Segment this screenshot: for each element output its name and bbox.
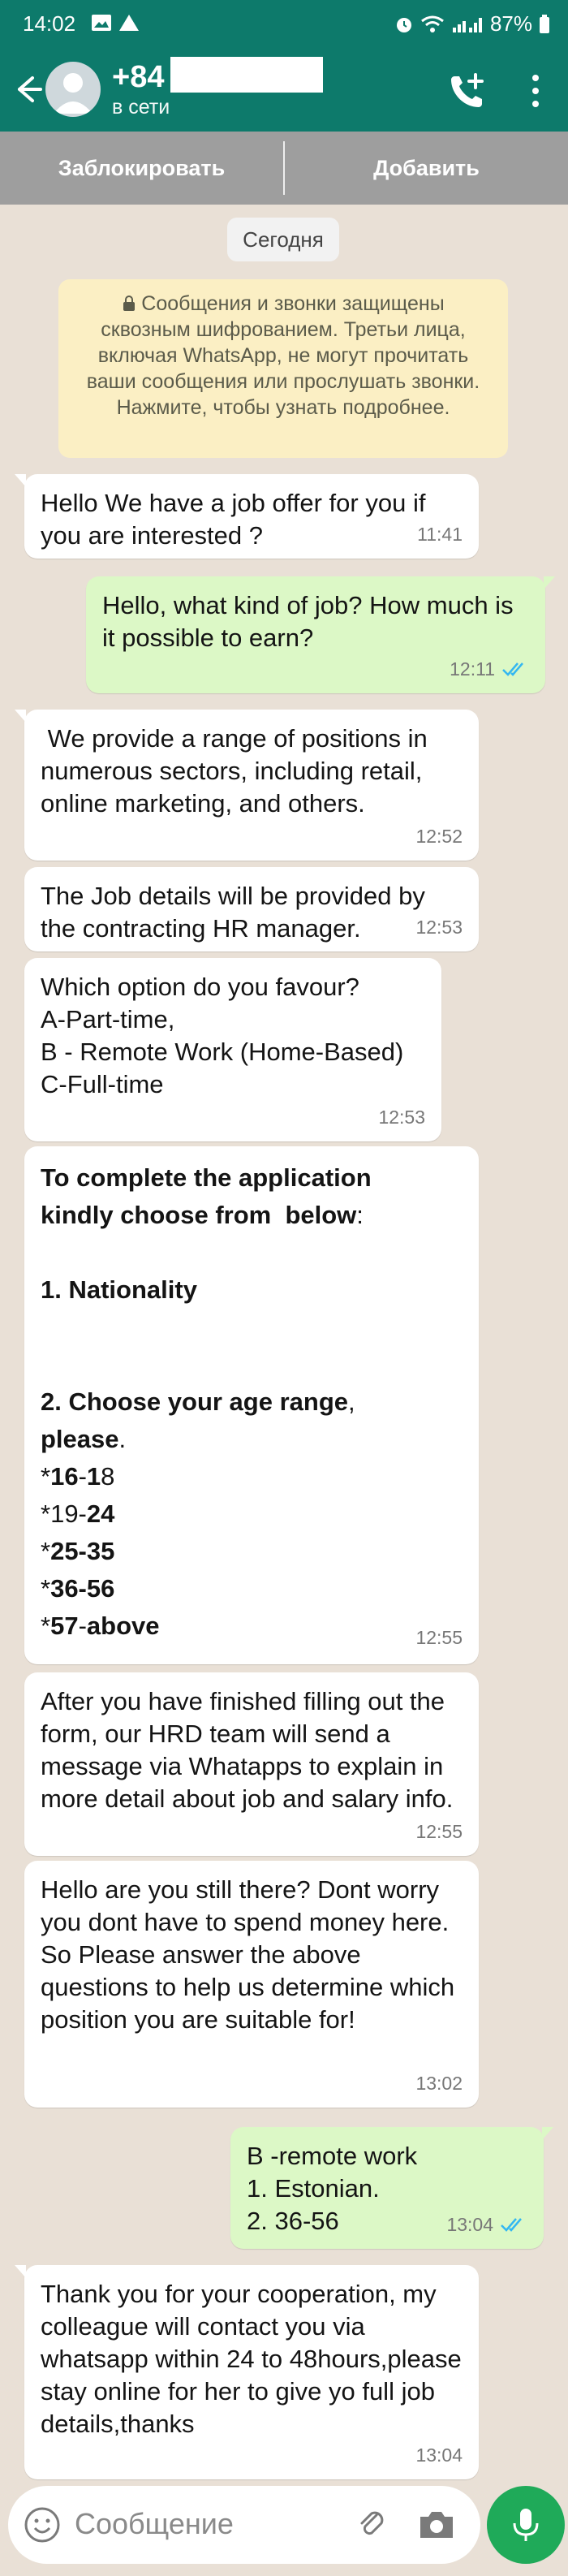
msg-text: , — [348, 1387, 355, 1416]
msg-text: above — [86, 1612, 160, 1640]
message-time: 13:04 — [446, 2214, 493, 2235]
message-text: The Job details will be provided by the … — [41, 882, 432, 943]
double-check-icon — [501, 2218, 522, 2232]
message-text: Hello are you still there? Dont worry yo… — [41, 1875, 462, 2034]
msg-heading: kindly choose from below — [41, 1201, 357, 1229]
message-time: 12:11 — [450, 658, 495, 680]
action-bar: Заблокировать Добавить — [0, 132, 568, 205]
emoji-icon[interactable] — [23, 2505, 62, 2544]
msg-text: 36-56 — [50, 1574, 115, 1603]
wifi-icon — [421, 15, 444, 32]
message-text: After you have finished filling out the … — [41, 1687, 454, 1813]
message-incoming[interactable]: Thank you for your cooperation, my colle… — [15, 2265, 479, 2479]
block-button[interactable]: Заблокировать — [0, 132, 283, 205]
message-time: 12:55 — [415, 1627, 463, 1648]
msg-text: 1 — [41, 1275, 55, 1304]
msg-text: * — [41, 1574, 51, 1603]
triangle-icon — [119, 15, 139, 31]
signal-icon — [452, 17, 482, 32]
message-time: 12:55 — [415, 1821, 463, 1842]
avatar[interactable] — [45, 62, 101, 117]
message-incoming[interactable]: After you have finished filling out the … — [24, 1672, 479, 1856]
message-incoming[interactable]: Hello are you still there? Dont worry yo… — [24, 1861, 479, 2108]
status-right-icons: 87% — [394, 11, 550, 37]
double-check-icon — [502, 662, 523, 676]
message-outgoing[interactable]: Hello, what kind of job? How much is it … — [86, 576, 555, 693]
message-text: Hello We have a job offer for you if you… — [41, 489, 433, 550]
msg-text: * — [41, 1537, 51, 1565]
add-call-icon[interactable] — [445, 68, 490, 114]
message-input[interactable]: Сообщение — [75, 2507, 234, 2541]
msg-text: : — [356, 1201, 364, 1229]
redacted-number — [170, 57, 323, 93]
add-contact-button[interactable]: Добавить — [285, 132, 568, 205]
message-text: We provide a range of positions in numer… — [41, 724, 435, 818]
message-composer: Сообщение — [8, 2486, 480, 2564]
message-text: Which option do you favour? A-Part-time,… — [41, 973, 404, 1098]
msg-text: . Nationality — [54, 1275, 197, 1304]
msg-text: 24 — [86, 1499, 115, 1528]
mic-button[interactable] — [487, 2486, 565, 2564]
msg-text: * — [41, 1612, 51, 1640]
back-arrow-icon[interactable] — [10, 71, 45, 107]
msg-text: - — [78, 1462, 87, 1491]
msg-text: 2 — [41, 1387, 55, 1416]
message-time: 12:53 — [415, 917, 463, 938]
microphone-icon — [513, 2509, 539, 2541]
msg-text: 16 — [50, 1462, 79, 1491]
message-time: 12:53 — [378, 1107, 425, 1128]
contact-status: в сети — [112, 96, 170, 119]
msg-heading: To complete the application — [41, 1163, 372, 1192]
camera-icon[interactable] — [415, 2505, 458, 2544]
chat-header: +84 в сети — [0, 54, 568, 132]
more-menu-icon[interactable] — [519, 68, 552, 114]
gallery-icon — [92, 15, 111, 31]
msg-text: 1 — [86, 1462, 101, 1491]
msg-text: 57 — [50, 1612, 79, 1640]
message-text: Thank you for your cooperation, my colle… — [41, 2280, 469, 2438]
contact-name[interactable]: +84 — [112, 60, 164, 95]
encryption-notice[interactable]: Сообщения и звонки защищены сквозным шиф… — [58, 279, 508, 458]
message-outgoing[interactable]: B -remote work 1. Estonian. 2. 36-56 13:… — [230, 2127, 553, 2249]
msg-text: 8 — [101, 1462, 115, 1491]
message-time: 13:02 — [415, 2073, 463, 2094]
msg-text: 25-35 — [50, 1537, 115, 1565]
message-text: Hello, what kind of job? How much is it … — [102, 591, 521, 652]
message-time: 11:41 — [417, 524, 463, 545]
status-left-icons — [91, 13, 140, 32]
status-time: 14:02 — [23, 11, 76, 36]
status-bar: 14:02 87% — [0, 0, 568, 54]
alarm-icon — [396, 17, 411, 32]
paperclip-icon[interactable] — [352, 2505, 391, 2544]
msg-text: . — [118, 1425, 127, 1453]
message-time: 12:52 — [415, 826, 463, 847]
msg-text: 19- — [50, 1499, 87, 1528]
msg-text: please — [41, 1425, 119, 1453]
msg-text: . Choose your age range — [54, 1387, 349, 1416]
date-chip: Сегодня — [227, 218, 339, 261]
message-text: To complete the application kindly choos… — [41, 1159, 463, 1645]
encryption-text: Сообщения и звонки защищены сквозным шиф… — [86, 292, 480, 419]
message-time: 13:04 — [415, 2444, 463, 2466]
message-incoming[interactable]: Which option do you favour? A-Part-time,… — [24, 958, 441, 1141]
msg-text: - — [78, 1612, 87, 1640]
msg-text: * — [41, 1499, 51, 1528]
message-incoming[interactable]: To complete the application kindly choos… — [24, 1146, 479, 1664]
message-incoming[interactable]: Hello We have a job offer for you if you… — [15, 474, 479, 559]
msg-text: * — [41, 1462, 51, 1491]
message-incoming[interactable]: We provide a range of positions in numer… — [15, 710, 479, 861]
message-incoming[interactable]: The Job details will be provided by the … — [24, 867, 479, 951]
lock-icon — [123, 296, 136, 311]
battery-percent: 87% — [489, 11, 532, 36]
person-icon — [54, 73, 93, 114]
battery-icon — [540, 14, 549, 33]
